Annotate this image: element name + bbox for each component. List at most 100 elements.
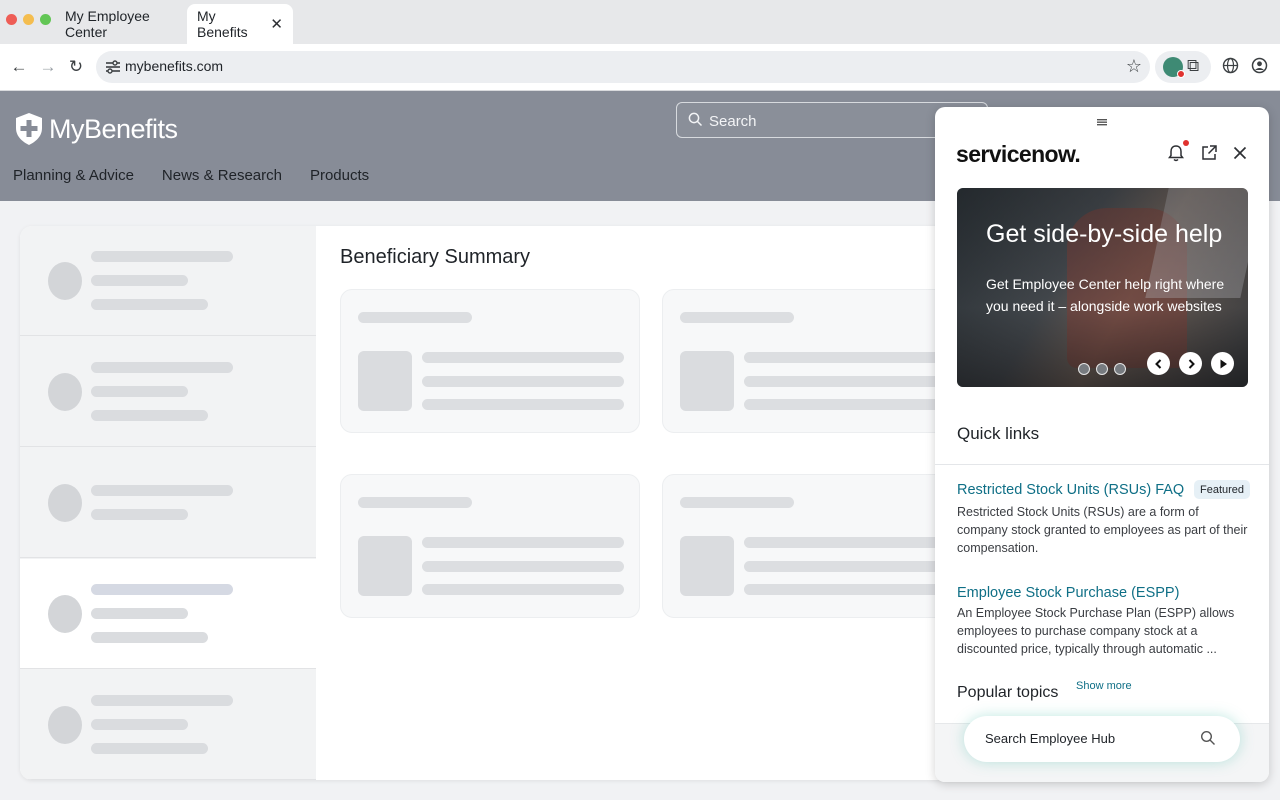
open-external-icon[interactable] — [1199, 143, 1219, 163]
skeleton-thumbnail — [358, 536, 412, 596]
skeleton-line — [422, 399, 624, 410]
summary-card[interactable] — [340, 289, 640, 433]
skeleton-line — [91, 584, 233, 595]
skeleton-line — [91, 695, 233, 706]
skeleton-avatar — [48, 262, 82, 300]
skeleton-line — [422, 561, 624, 572]
list-item[interactable] — [20, 226, 316, 336]
skeleton-line — [358, 497, 472, 508]
site-navigation: Planning & Advice News & Research Produc… — [13, 167, 369, 184]
skeleton-line — [744, 376, 946, 387]
play-icon — [1220, 359, 1227, 368]
skeleton-avatar — [48, 595, 82, 633]
browser-toolbar: ← → ↻ mybenefits.com ☆ ⧉ — [0, 44, 1280, 91]
skeleton-line — [91, 410, 208, 421]
list-item-selected[interactable] — [20, 559, 316, 669]
show-more-link[interactable]: Show more — [1076, 680, 1132, 692]
skeleton-line — [358, 312, 472, 323]
carousel-prev-button[interactable] — [1147, 352, 1170, 375]
extensions-puzzle-icon[interactable]: ⧉ — [1187, 56, 1199, 76]
skeleton-avatar — [48, 706, 82, 744]
skeleton-line — [680, 312, 794, 323]
servicenow-logo: servicenow. — [956, 141, 1081, 168]
skeleton-thumbnail — [680, 351, 734, 411]
logo-text: servicenow. — [956, 141, 1081, 167]
globe-icon[interactable] — [1222, 57, 1239, 74]
nav-planning-advice[interactable]: Planning & Advice — [13, 167, 134, 184]
tab-label: My Employee Center — [65, 8, 150, 40]
tab-close-icon[interactable]: ✕ — [270, 15, 283, 33]
summary-card[interactable] — [662, 289, 962, 433]
skeleton-line — [744, 537, 946, 548]
skeleton-thumbnail — [680, 536, 734, 596]
carousel-dot[interactable] — [1096, 363, 1108, 375]
carousel-dot[interactable] — [1078, 363, 1090, 375]
skeleton-line — [91, 509, 188, 520]
search-icon[interactable] — [1200, 730, 1216, 746]
skeleton-line — [91, 386, 188, 397]
notification-dot — [1177, 70, 1185, 78]
forward-arrow-icon[interactable]: → — [38, 57, 58, 77]
address-bar[interactable]: mybenefits.com ☆ — [96, 51, 1150, 83]
quick-link-description: Restricted Stock Units (RSUs) are a form… — [957, 505, 1248, 555]
site-settings-icon[interactable] — [104, 57, 122, 77]
window-minimize-button[interactable] — [23, 14, 34, 25]
skeleton-avatar — [48, 484, 82, 522]
carousel-play-button[interactable] — [1211, 352, 1234, 375]
brand-name: MyBenefits — [49, 113, 178, 144]
section-title: Beneficiary Summary — [340, 246, 531, 268]
bookmark-star-icon[interactable]: ☆ — [1126, 56, 1142, 77]
chevron-right-icon — [1188, 358, 1195, 369]
mybenefits-logo[interactable]: MyBenefits — [13, 111, 178, 147]
skeleton-line — [91, 362, 233, 373]
shield-plus-icon — [16, 113, 42, 145]
tab-my-employee-center[interactable]: My Employee Center — [55, 4, 183, 44]
carousel-dot[interactable] — [1114, 363, 1126, 375]
skeleton-line — [744, 399, 946, 410]
skeleton-line — [91, 743, 208, 754]
hero-carousel[interactable]: Get side-by-side help Get Employee Cente… — [957, 188, 1248, 387]
search-placeholder: Search — [709, 113, 757, 130]
back-arrow-icon[interactable]: ← — [9, 57, 29, 77]
bell-icon[interactable] — [1166, 143, 1186, 163]
servicenow-side-panel: servicenow. Get side-by-side help Get Em… — [935, 107, 1269, 782]
drag-handle-icon[interactable] — [1097, 118, 1107, 126]
quick-link-rsu-faq[interactable]: Restricted Stock Units (RSUs) FAQ — [957, 482, 1184, 498]
beneficiary-list — [20, 226, 316, 780]
notification-dot — [1183, 140, 1189, 146]
hero-text: Get Employee Center help right where you… — [986, 276, 1225, 314]
tab-label: My Benefits — [197, 8, 248, 40]
servicenow-extension-icon[interactable] — [1163, 57, 1185, 78]
list-item[interactable] — [20, 337, 316, 447]
quick-links-heading: Quick links — [957, 424, 1040, 443]
nav-news-research[interactable]: News & Research — [162, 167, 282, 184]
tab-my-benefits[interactable]: My Benefits ✕ — [187, 4, 293, 44]
employee-hub-search-input[interactable]: Search Employee Hub — [964, 716, 1240, 762]
skeleton-thumbnail — [358, 351, 412, 411]
skeleton-avatar — [48, 373, 82, 411]
search-icon — [688, 112, 703, 127]
summary-card[interactable] — [662, 474, 962, 618]
nav-products[interactable]: Products — [310, 167, 369, 184]
quick-link-espp[interactable]: Employee Stock Purchase (ESPP) — [957, 585, 1179, 601]
featured-badge: Featured — [1194, 480, 1251, 499]
reload-icon[interactable]: ↻ — [66, 57, 86, 77]
skeleton-line — [680, 497, 794, 508]
skeleton-line — [422, 376, 624, 387]
carousel-next-button[interactable] — [1179, 352, 1202, 375]
list-item[interactable] — [20, 670, 316, 780]
skeleton-line — [422, 352, 624, 363]
summary-card[interactable] — [340, 474, 640, 618]
list-item[interactable] — [20, 448, 316, 558]
account-icon[interactable] — [1251, 57, 1268, 74]
close-icon[interactable] — [1230, 143, 1250, 163]
skeleton-line — [91, 485, 233, 496]
carousel-dots — [1078, 363, 1126, 375]
window-close-button[interactable] — [6, 14, 17, 25]
skeleton-line — [91, 299, 208, 310]
skeleton-line — [91, 719, 188, 730]
skeleton-line — [91, 632, 208, 643]
skeleton-line — [422, 537, 624, 548]
hub-search-placeholder: Search Employee Hub — [985, 731, 1116, 746]
window-zoom-button[interactable] — [40, 14, 51, 25]
